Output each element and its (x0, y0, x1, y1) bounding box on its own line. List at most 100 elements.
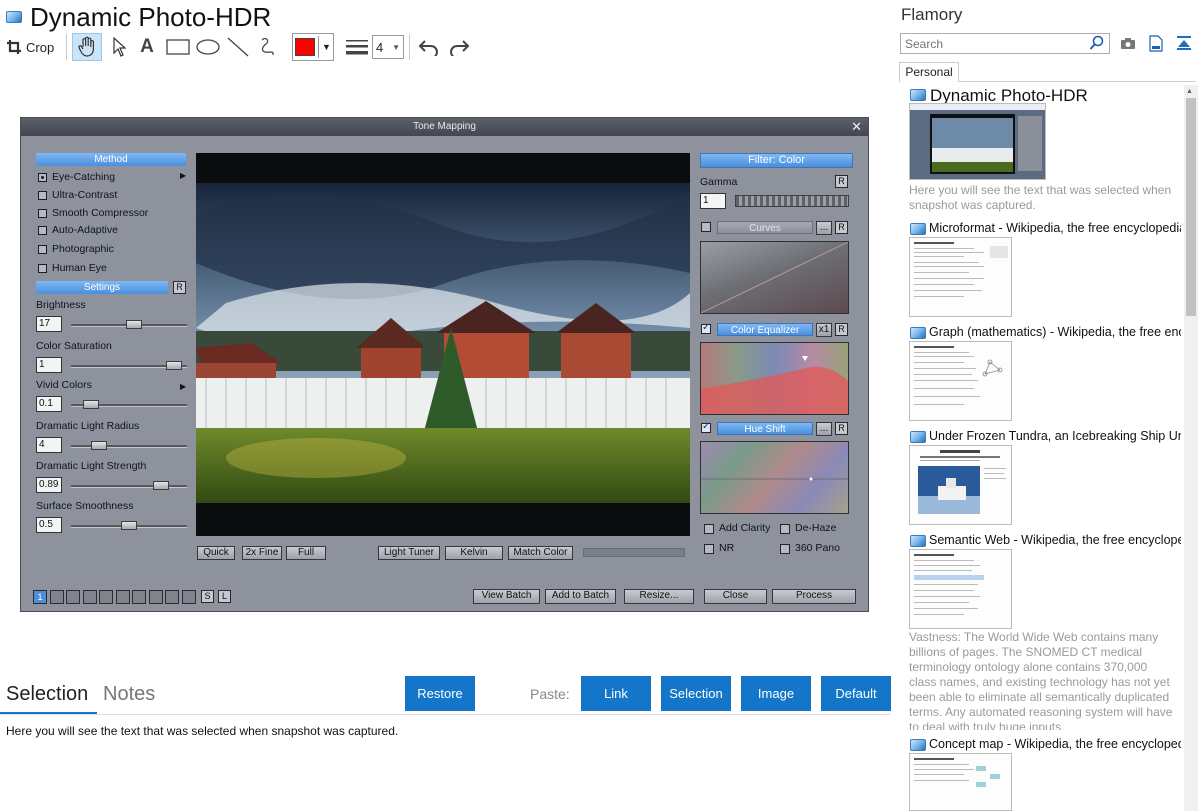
curves-graph[interactable] (700, 241, 849, 314)
restore-button[interactable]: Restore (405, 676, 475, 711)
batch-slot[interactable] (132, 590, 146, 604)
scrollbar-thumb[interactable] (1186, 98, 1196, 316)
batch-slot[interactable] (99, 590, 113, 604)
setting-slider[interactable] (71, 445, 187, 448)
process-button[interactable]: Process (772, 589, 856, 604)
method-radio[interactable] (38, 173, 47, 182)
line-tool-button[interactable] (226, 33, 250, 61)
tab-notes[interactable]: Notes (103, 683, 155, 706)
paste-image-button[interactable]: Image (741, 676, 811, 711)
select-tool-button[interactable] (106, 33, 132, 61)
method-label[interactable]: Human Eye (52, 262, 107, 274)
batch-slot[interactable] (82, 590, 97, 604)
paste-selection-button[interactable]: Selection (661, 676, 731, 711)
hue-shift-graph[interactable] (700, 441, 849, 514)
add-clarity-checkbox[interactable] (704, 524, 714, 534)
close-icon[interactable]: ✕ (851, 119, 862, 135)
scroll-up-icon[interactable]: ▲ (1186, 88, 1193, 95)
gamma-reset-button[interactable]: R (835, 175, 848, 188)
snapshot-title[interactable]: Graph (mathematics) - Wikipedia, the fre… (929, 325, 1181, 339)
batch-slot[interactable] (148, 590, 163, 604)
equalizer-scale-button[interactable]: x1 (816, 323, 832, 337)
search-input[interactable] (900, 33, 1110, 54)
snapshot-thumbnail[interactable] (909, 445, 1012, 525)
settings-reset-button[interactable]: R (173, 281, 186, 294)
method-radio[interactable] (38, 209, 47, 218)
resize-button[interactable]: Resize... (624, 589, 694, 604)
method-radio[interactable] (38, 226, 47, 235)
batch-slot[interactable] (49, 590, 64, 604)
hue-shift-options-button[interactable]: ... (816, 422, 832, 436)
collapse-panel-icon[interactable] (1176, 35, 1192, 56)
batch-slot[interactable] (115, 590, 130, 604)
rectangle-tool-button[interactable] (164, 33, 192, 61)
color-equalizer-checkbox[interactable] (701, 322, 711, 334)
slider-thumb[interactable] (83, 400, 99, 409)
tab-selection[interactable]: Selection (6, 683, 88, 706)
camera-icon[interactable] (1120, 37, 1136, 55)
batch-slot[interactable] (181, 590, 196, 604)
pano-checkbox[interactable] (780, 544, 790, 554)
text-tool-icon[interactable]: A (136, 33, 158, 61)
gamma-ruler[interactable] (735, 195, 849, 207)
slider-thumb[interactable] (91, 441, 107, 450)
setting-slider[interactable] (71, 485, 187, 488)
method-label[interactable]: Photographic (52, 243, 114, 255)
snapshot-title[interactable]: Concept map - Wikipedia, the free encycl… (929, 737, 1181, 751)
document-icon[interactable] (1149, 35, 1163, 57)
view-batch-button[interactable]: View Batch (473, 589, 540, 604)
gamma-input[interactable]: 1 (700, 193, 726, 209)
search-icon[interactable] (1089, 35, 1105, 56)
snapshot-thumbnail[interactable] (909, 341, 1012, 421)
de-haze-checkbox[interactable] (780, 524, 790, 534)
nr-checkbox[interactable] (704, 544, 714, 554)
match-color-button[interactable]: Match Color (508, 546, 573, 560)
freehand-tool-button[interactable] (256, 33, 280, 61)
fine-view-button[interactable]: 2x Fine (242, 546, 282, 560)
paste-default-button[interactable]: Default (821, 676, 891, 711)
snapshot-thumbnail[interactable] (909, 549, 1012, 629)
slider-thumb[interactable] (126, 320, 142, 329)
tab-personal[interactable]: Personal (899, 62, 959, 82)
color-picker[interactable]: ▼ (292, 33, 334, 61)
slider-thumb[interactable] (153, 481, 169, 490)
curves-reset-button[interactable]: R (835, 221, 848, 234)
pan-tool-button[interactable] (72, 33, 102, 61)
batch-slot[interactable] (66, 590, 80, 604)
light-tuner-button[interactable]: Light Tuner (378, 546, 440, 560)
snapshot-title[interactable]: Under Frozen Tundra, an Icebreaking Ship… (929, 429, 1181, 443)
redo-button[interactable] (446, 33, 472, 61)
curves-checkbox[interactable] (701, 222, 711, 232)
method-label[interactable]: Auto-Adaptive (52, 224, 118, 236)
snapshot-thumbnail[interactable] (909, 103, 1046, 180)
method-label[interactable]: Eye-Catching (52, 171, 115, 183)
method-label[interactable]: Ultra-Contrast (52, 189, 117, 201)
color-equalizer-graph[interactable] (700, 342, 849, 415)
batch-slot[interactable]: 1 (33, 590, 47, 604)
batch-slot[interactable] (165, 590, 179, 604)
kelvin-button[interactable]: Kelvin (445, 546, 503, 560)
setting-value-input[interactable]: 17 (36, 316, 62, 332)
crop-button[interactable]: Crop (6, 33, 62, 61)
load-slot-button[interactable]: L (218, 590, 231, 603)
slider-thumb[interactable] (121, 521, 137, 530)
add-to-batch-button[interactable]: Add to Batch (545, 589, 616, 604)
hue-shift-reset-button[interactable]: R (835, 422, 848, 435)
full-view-button[interactable]: Full (286, 546, 326, 560)
snapshot-title[interactable]: Microformat - Wikipedia, the free encycl… (929, 221, 1181, 235)
equalizer-reset-button[interactable]: R (835, 323, 848, 336)
quick-view-button[interactable]: Quick (197, 546, 235, 560)
setting-value-input[interactable]: 0.89 (36, 477, 62, 493)
method-radio[interactable] (38, 245, 47, 254)
snapshot-title[interactable]: Semantic Web - Wikipedia, the free encyc… (929, 533, 1181, 547)
snapshot-thumbnail[interactable] (909, 753, 1012, 811)
method-label[interactable]: Smooth Compressor (52, 207, 148, 219)
setting-value-input[interactable]: 1 (36, 357, 62, 373)
setting-value-input[interactable]: 0.1 (36, 396, 62, 412)
ellipse-tool-button[interactable] (194, 33, 222, 61)
close-button[interactable]: Close (704, 589, 767, 604)
setting-value-input[interactable]: 4 (36, 437, 62, 453)
snapshot-thumbnail[interactable] (909, 237, 1012, 317)
method-radio[interactable] (38, 191, 47, 200)
curves-options-button[interactable]: ... (816, 221, 832, 235)
